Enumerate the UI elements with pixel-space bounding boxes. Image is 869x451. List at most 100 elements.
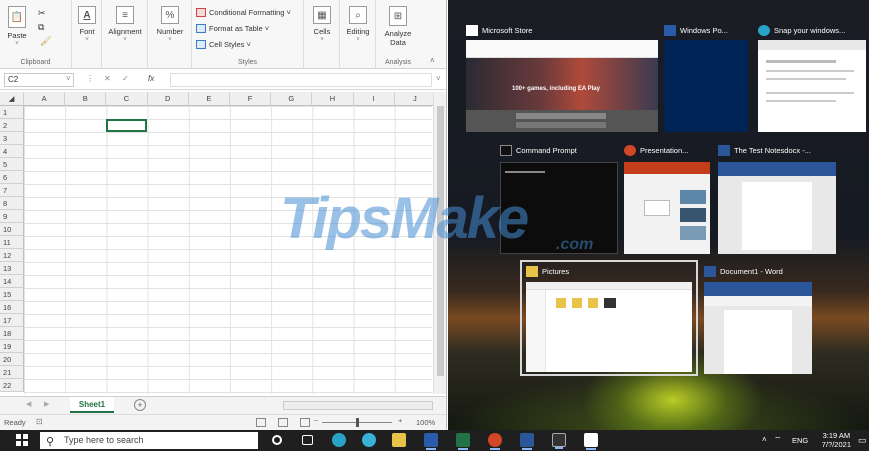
row-header[interactable]: 15 — [0, 288, 24, 301]
accessibility-icon[interactable]: ⊡ — [36, 417, 43, 426]
sheet-tab[interactable]: Sheet1 — [70, 397, 114, 413]
powerpoint-icon[interactable] — [488, 433, 502, 450]
row-header[interactable]: 12 — [0, 249, 24, 262]
window-thumbnail-pictures[interactable] — [526, 282, 692, 372]
normal-view-icon[interactable] — [256, 418, 266, 427]
formula-input[interactable] — [170, 73, 432, 87]
language-indicator[interactable]: ENG — [792, 436, 808, 445]
task-view-icon[interactable] — [302, 435, 313, 445]
enter-icon[interactable]: ✓ — [122, 74, 129, 83]
cells-icon: ▦ — [313, 6, 331, 24]
row-header[interactable]: 4 — [0, 145, 24, 158]
excel-icon[interactable] — [456, 433, 470, 450]
word-icon[interactable] — [520, 433, 534, 450]
next-sheet-icon[interactable]: ▶ — [44, 400, 49, 408]
row-header[interactable]: 5 — [0, 158, 24, 171]
zoom-in-icon[interactable]: + — [398, 416, 402, 425]
zoom-level[interactable]: 100% — [416, 418, 435, 427]
show-hidden-icons[interactable]: ˄ — [762, 435, 767, 444]
row-header[interactable]: 1 — [0, 106, 24, 119]
edge-icon[interactable] — [332, 433, 346, 447]
format-as-table-button[interactable]: Format as Table ˅ — [196, 24, 269, 33]
network-icon[interactable]: ⌔ — [774, 435, 782, 445]
row-header[interactable]: 7 — [0, 184, 24, 197]
column-header[interactable]: A — [24, 92, 66, 106]
window-thumbnail-document1[interactable] — [704, 282, 812, 374]
format-painter-icon[interactable]: 🖌 — [40, 36, 51, 47]
add-sheet-icon[interactable]: + — [134, 399, 146, 411]
column-header[interactable]: G — [271, 92, 313, 106]
font-button[interactable]: A Font ˅ — [76, 6, 98, 43]
column-header[interactable]: J — [394, 92, 436, 106]
taskbar: ⚲ Type here to search ˄ ⌔ ENG 3:19 AM 7/… — [0, 430, 869, 451]
row-header[interactable]: 11 — [0, 236, 24, 249]
chevron-down-icon[interactable]: ˅ — [66, 74, 71, 83]
paste-button[interactable]: 📋 Paste ˅ — [4, 6, 30, 47]
conditional-formatting-button[interactable]: Conditional Formatting ˅ — [196, 8, 291, 17]
row-header[interactable]: 22 — [0, 379, 24, 392]
edge-dev-icon[interactable] — [362, 433, 376, 447]
zoom-out-icon[interactable]: − — [314, 416, 318, 425]
column-header[interactable]: C — [106, 92, 148, 106]
prev-sheet-icon[interactable]: ◀ — [26, 400, 31, 408]
page-break-icon[interactable] — [300, 418, 310, 427]
store-icon[interactable] — [584, 433, 598, 450]
row-header[interactable]: 8 — [0, 197, 24, 210]
name-box[interactable]: C2 — [4, 73, 74, 87]
file-explorer-icon[interactable] — [392, 433, 406, 447]
clock[interactable]: 3:19 AM 7/?/2021 — [822, 431, 851, 449]
number-button[interactable]: % Number ˅ — [150, 6, 190, 43]
chevron-down-icon: ˅ — [320, 37, 324, 43]
column-header[interactable]: I — [353, 92, 395, 106]
cancel-icon[interactable]: ✕ — [104, 74, 111, 83]
row-header[interactable]: 17 — [0, 314, 24, 327]
row-header[interactable]: 13 — [0, 262, 24, 275]
cmd-icon[interactable] — [552, 433, 566, 449]
row-header[interactable]: 21 — [0, 366, 24, 379]
row-header[interactable]: 3 — [0, 132, 24, 145]
notification-icon[interactable]: ▭ — [858, 435, 867, 446]
collapse-ribbon-icon[interactable]: ˄ — [430, 56, 435, 65]
copy-icon[interactable]: ⧉ — [38, 22, 44, 33]
row-header[interactable]: 20 — [0, 353, 24, 366]
row-header[interactable]: 6 — [0, 171, 24, 184]
editing-button[interactable]: ⌕ Editing ˅ — [342, 6, 374, 43]
window-thumbnail-word-notes[interactable] — [718, 162, 836, 254]
row-header[interactable]: 9 — [0, 210, 24, 223]
zoom-slider-knob[interactable] — [356, 418, 359, 427]
window-thumbnail-edge[interactable] — [758, 40, 866, 132]
insert-function-icon[interactable]: fx — [148, 74, 154, 83]
window-title-word-notes: The Test Notesdocx -... — [718, 145, 811, 156]
powershell-icon[interactable] — [424, 433, 438, 450]
window-thumbnail-powerpoint[interactable] — [624, 162, 710, 254]
cell-styles-button[interactable]: Cell Styles ˅ — [196, 40, 251, 49]
alignment-button[interactable]: ≡ Alignment ˅ — [104, 6, 146, 43]
cells-button[interactable]: ▦ Cells ˅ — [308, 6, 336, 43]
row-header[interactable]: 2 — [0, 119, 24, 132]
row-header[interactable]: 18 — [0, 327, 24, 340]
select-all-corner[interactable]: ◢ — [0, 92, 24, 106]
taskbar-search-box[interactable]: ⚲ Type here to search — [40, 432, 258, 449]
column-header[interactable]: B — [65, 92, 107, 106]
cut-icon[interactable]: ✂ — [38, 8, 46, 19]
column-header[interactable]: D — [147, 92, 189, 106]
row-header[interactable]: 14 — [0, 275, 24, 288]
row-header[interactable]: 16 — [0, 301, 24, 314]
column-header[interactable]: F — [230, 92, 272, 106]
cortana-icon[interactable] — [272, 435, 282, 445]
page-layout-icon[interactable] — [278, 418, 288, 427]
window-thumbnail-store[interactable]: 100+ games, including EA Play — [466, 40, 658, 132]
start-button[interactable] — [16, 434, 28, 446]
row-header[interactable]: 19 — [0, 340, 24, 353]
column-header[interactable]: E — [188, 92, 230, 106]
number-group: % Number ˅ — [148, 0, 192, 69]
selected-cell[interactable] — [106, 119, 147, 132]
expand-formula-icon[interactable]: ˅ — [436, 74, 441, 83]
horizontal-scrollbar[interactable] — [283, 401, 433, 410]
analyze-data-button[interactable]: ⊞ Analyze Data — [380, 6, 416, 47]
row-header[interactable]: 10 — [0, 223, 24, 236]
sheet-tabs-bar: ◀ ▶ Sheet1 + — [0, 396, 446, 414]
cmd-icon — [500, 145, 512, 156]
window-thumbnail-powershell[interactable] — [664, 40, 748, 132]
column-header[interactable]: H — [312, 92, 354, 106]
